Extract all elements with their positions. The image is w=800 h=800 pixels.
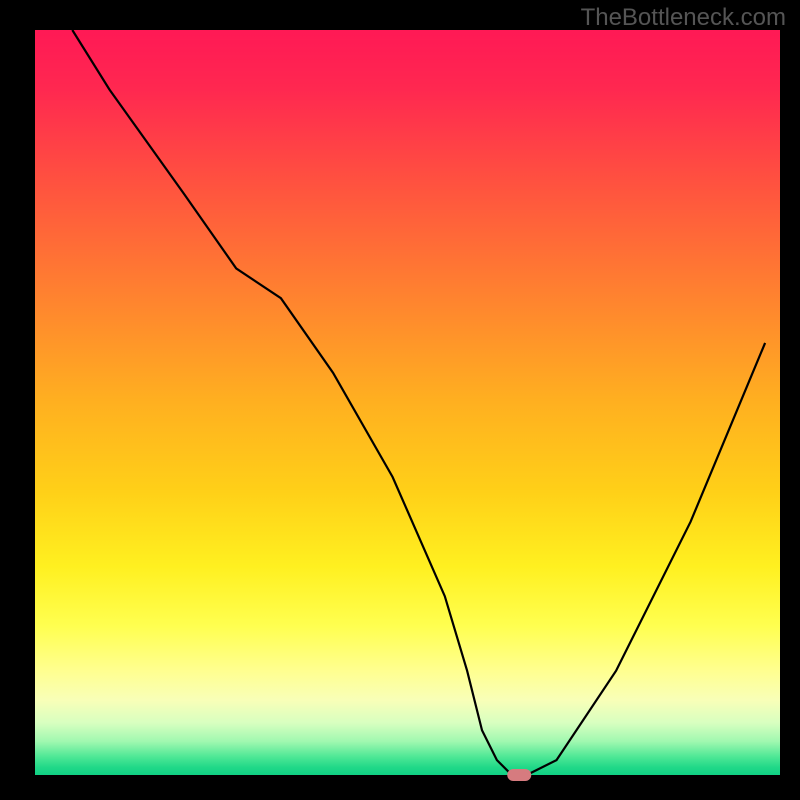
chart-container: TheBottleneck.com: [0, 0, 800, 800]
bottleneck-chart: [0, 0, 800, 800]
watermark-text: TheBottleneck.com: [581, 4, 786, 32]
optimal-marker: [507, 769, 531, 781]
